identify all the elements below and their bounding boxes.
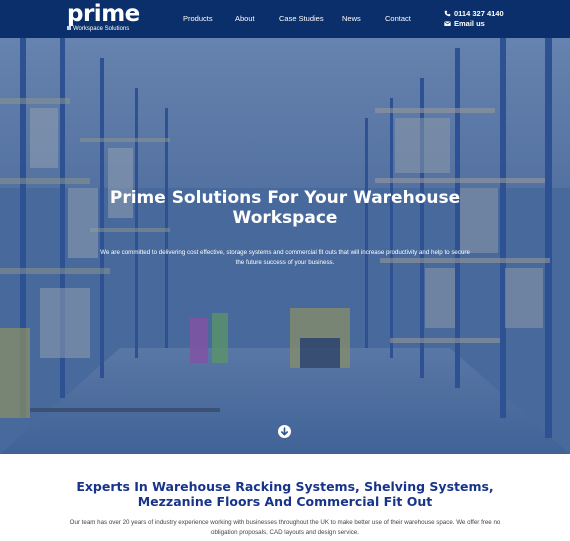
nav-case-studies[interactable]: Case Studies [279,14,324,24]
envelope-icon [444,21,451,26]
logo-mark-icon [67,26,71,31]
nav-contact[interactable]: Contact [385,14,411,24]
email-label: Email us [454,19,485,28]
email-link[interactable]: Email us [444,19,485,29]
hero-description: We are committed to delivering cost effe… [100,249,470,266]
section-title-line-2: Mezzanine Floors And Commercial Fit Out [137,494,433,509]
hero-title-line-2: Workspace [232,208,338,228]
arrow-down-circle-icon [281,427,288,436]
phone-number: 0114 327 4140 [454,9,504,18]
warehouse-background-image [0,38,570,454]
hero-banner: Prime Solutions For Your Warehouse Works… [0,38,570,454]
logo-tagline: Workspace Solutions [67,26,129,33]
hero-title: Prime Solutions For Your Warehouse Works… [0,188,570,228]
section-title: Experts In Warehouse Racking Systems, Sh… [0,479,570,509]
logo[interactable]: prime Workspace Solutions [67,1,147,35]
phone-link[interactable]: 0114 327 4140 [444,9,504,19]
nav-about[interactable]: About [235,14,255,24]
logo-tagline-text: Workspace Solutions [73,26,130,32]
scroll-down-button[interactable] [278,425,291,438]
site-header: prime Workspace Solutions Products About… [0,0,570,38]
nav-products[interactable]: Products [183,14,213,24]
phone-icon [444,10,451,17]
intro-section: Experts In Warehouse Racking Systems, Sh… [0,454,570,541]
nav-news[interactable]: News [342,14,361,24]
section-description: Our team has over 20 years of industry e… [69,519,501,536]
section-title-line-1: Experts In Warehouse Racking Systems, Sh… [76,479,494,494]
logo-wordmark: prime [67,1,140,27]
hero-title-line-1: Prime Solutions For Your Warehouse [109,188,461,208]
